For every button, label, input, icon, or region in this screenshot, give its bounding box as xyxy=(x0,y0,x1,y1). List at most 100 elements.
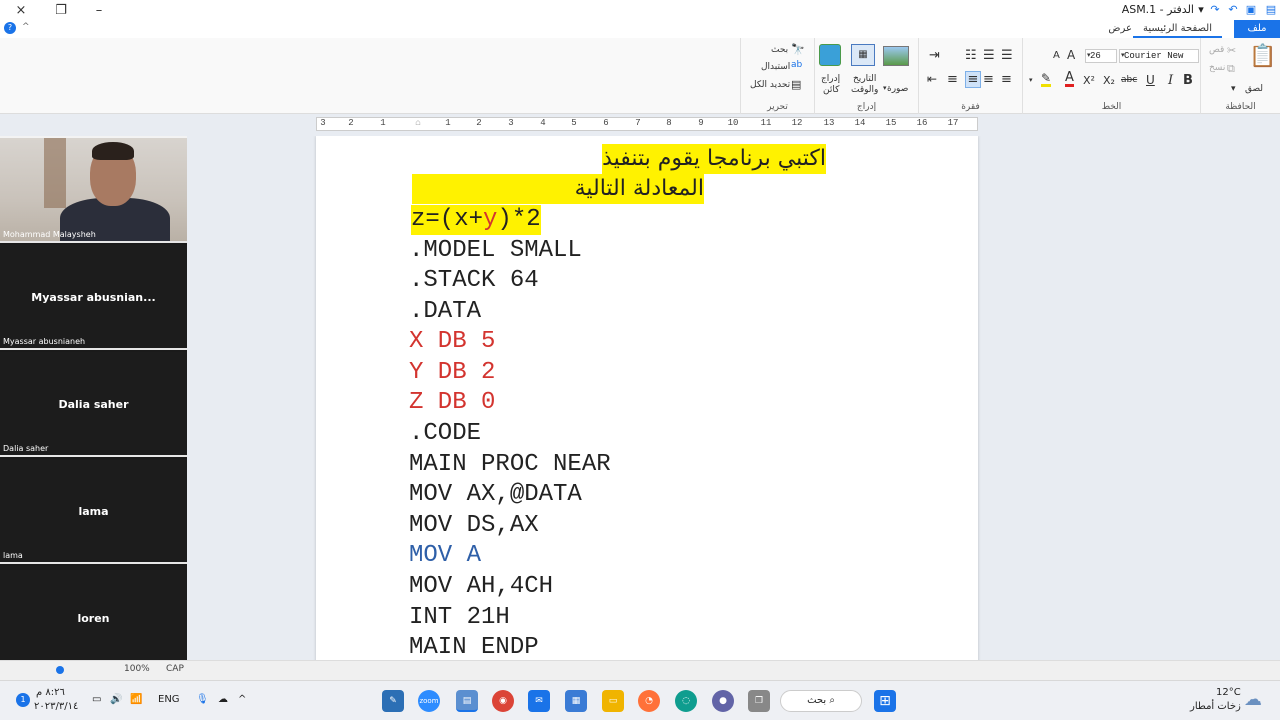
list-icon[interactable]: ☰ xyxy=(1001,48,1013,63)
wordpad-app-icon: ▤ xyxy=(1265,3,1277,16)
notification-icon[interactable]: 1 xyxy=(16,693,30,707)
paste-button[interactable]: لصق xyxy=(1245,84,1263,94)
help-icon[interactable]: ? xyxy=(4,22,16,34)
bullets-icon[interactable]: ☷ xyxy=(965,48,977,63)
clock-time[interactable]: ٨:٢٦ م xyxy=(36,687,65,698)
restore-button[interactable]: ❐ xyxy=(42,0,80,20)
shrink-font-icon[interactable]: A xyxy=(1053,50,1060,61)
superscript-button[interactable]: X² xyxy=(1083,74,1095,87)
store-app-icon[interactable]: ▦ xyxy=(565,690,587,712)
strikethrough-button[interactable]: abc xyxy=(1121,75,1137,85)
text-color-button[interactable]: A xyxy=(1065,71,1074,87)
participant-tile-video[interactable]: Mohammad Malaysheh xyxy=(0,138,187,243)
language-indicator[interactable]: ENG xyxy=(158,694,180,705)
insert-object-line1[interactable]: إدراج xyxy=(821,74,840,84)
subscript-button[interactable]: X₂ xyxy=(1103,74,1115,87)
battery-icon[interactable]: ▭ xyxy=(92,694,101,705)
save-icon[interactable]: ▣ xyxy=(1244,3,1258,17)
bold-button[interactable]: B xyxy=(1183,73,1193,88)
chat-app-icon[interactable]: ● xyxy=(712,690,734,712)
find-button[interactable]: بحث xyxy=(771,45,788,55)
font-size-dropdown-icon[interactable]: ▾ xyxy=(1087,51,1091,59)
datetime-button-line1[interactable]: التاريخ xyxy=(853,74,876,84)
quick-access-dropdown-icon[interactable]: ▾ xyxy=(1194,3,1208,17)
redo-icon[interactable]: ↷ xyxy=(1208,3,1222,17)
indent-icon[interactable]: ⇥ xyxy=(929,48,940,63)
weather-desc[interactable]: زخات أمطار xyxy=(1190,701,1241,712)
picture-icon[interactable] xyxy=(883,46,909,66)
highlight-dropdown-icon[interactable]: ▾ xyxy=(1029,76,1033,84)
ruler-number: 10 xyxy=(727,118,739,128)
copy-icon: ⧉ xyxy=(1227,62,1235,75)
file-explorer-icon[interactable]: ▭ xyxy=(602,690,624,712)
align-left-icon[interactable]: ≡ xyxy=(965,71,981,88)
left-indent-marker[interactable]: ⌂ xyxy=(412,118,424,128)
calendar-icon[interactable]: ▦ xyxy=(851,44,875,66)
justify-icon[interactable]: ≡ xyxy=(947,72,958,87)
tab-home[interactable]: الصفحة الرئيسية xyxy=(1133,20,1222,38)
zoom-participants-panel: Mohammad Malaysheh Myassar abusnian... M… xyxy=(0,138,187,671)
copy-button[interactable]: نسخ xyxy=(1209,63,1225,73)
grow-font-icon[interactable]: A xyxy=(1067,48,1075,62)
participant-tile[interactable]: Dalia saher Dalia saher xyxy=(0,352,187,457)
ruler-number: 1 xyxy=(380,118,386,128)
participant-tile[interactable]: lama lama xyxy=(0,459,187,564)
onedrive-icon[interactable]: ☁ xyxy=(218,694,228,705)
weather-icon[interactable]: ☁ xyxy=(1244,689,1262,710)
volume-icon[interactable]: 🔊 xyxy=(110,694,122,705)
picture-dropdown-icon[interactable]: ▾ xyxy=(883,84,887,92)
mail-app-icon[interactable]: ✉ xyxy=(528,690,550,712)
minimize-button[interactable]: – xyxy=(80,0,118,20)
picture-button[interactable]: صورة xyxy=(887,84,908,94)
paragraph-group: ☰ ☰ ☷ ⇥ ≡ ≡ ≡ ≡ ⇤ فقرة xyxy=(918,38,1022,114)
wifi-icon[interactable]: 📶 xyxy=(130,694,142,705)
cut-button[interactable]: قص xyxy=(1209,45,1224,55)
paragraph-icon[interactable]: ⇤ xyxy=(927,72,937,86)
select-all-button[interactable]: تحديد الكل xyxy=(750,80,790,90)
weather-temp[interactable]: 12°C xyxy=(1216,687,1241,698)
microphone-icon[interactable]: 🎙 xyxy=(196,694,209,705)
ruler[interactable]: 3 2 1 ⌂ 1 2 3 4 5 6 7 8 9 10 11 12 13 14… xyxy=(316,117,978,131)
show-hidden-icons[interactable]: ^ xyxy=(238,694,246,705)
tab-file[interactable]: ملف xyxy=(1234,20,1280,38)
search-icon: ⌕ xyxy=(826,695,835,706)
font-family-select[interactable]: Courier New xyxy=(1119,49,1199,63)
taskbar-search[interactable]: ⌕ بحث xyxy=(780,690,862,712)
insert-object-line2[interactable]: كائن xyxy=(823,85,839,95)
participant-tile[interactable]: loren loren xyxy=(0,566,187,671)
clock-date[interactable]: ٢٠٢٣/٣/١٤ xyxy=(34,701,78,712)
zoom-slider-thumb[interactable] xyxy=(56,666,64,674)
collapse-ribbon-icon[interactable]: ^ xyxy=(22,22,30,32)
undo-icon[interactable]: ↶ xyxy=(1226,3,1240,17)
doc-line-mov-ax: MOV AX,@DATA xyxy=(409,481,582,508)
document-page[interactable]: اكتبي برنامجا يقوم بتنفيذ المعادلة التال… xyxy=(316,136,978,660)
underline-button[interactable]: U xyxy=(1146,73,1155,87)
list-icon-2[interactable]: ☰ xyxy=(983,48,995,63)
doc-line-arabic-1: اكتبي برنامجا يقوم بتنفيذ xyxy=(602,144,826,174)
align-center-icon[interactable]: ≡ xyxy=(983,72,994,87)
paint-app-icon[interactable]: ✎ xyxy=(382,690,404,712)
doc-line-data: .DATA xyxy=(409,298,482,325)
paste-icon[interactable]: 📋 xyxy=(1249,44,1276,69)
italic-button[interactable]: I xyxy=(1168,73,1173,88)
caps-indicator: CAP xyxy=(166,664,184,674)
start-button[interactable]: ⊞ xyxy=(874,690,896,712)
task-view-icon[interactable]: ❐ xyxy=(748,690,770,712)
datetime-button-line2[interactable]: والوقت xyxy=(851,85,878,95)
replace-button[interactable]: استبدال xyxy=(761,62,790,72)
tab-view[interactable]: عرض xyxy=(1098,20,1142,38)
participant-tile[interactable]: Myassar abusnian... Myassar abusnianeh xyxy=(0,245,187,350)
align-right-icon[interactable]: ≡ xyxy=(1001,72,1012,87)
edge-app-icon[interactable]: ◌ xyxy=(675,690,697,712)
close-button[interactable]: × xyxy=(2,0,40,20)
paste-dropdown-icon[interactable]: ▾ xyxy=(1231,84,1236,94)
doc-line-model: .MODEL SMALL xyxy=(409,237,582,264)
firefox-app-icon[interactable]: ◔ xyxy=(638,690,660,712)
insert-object-icon[interactable] xyxy=(819,44,841,66)
zoom-app-icon[interactable]: zoom xyxy=(418,690,440,712)
font-family-dropdown-icon[interactable]: ▾ xyxy=(1121,51,1125,59)
chrome-app-icon[interactable]: ◉ xyxy=(492,690,514,712)
wordpad-app-icon[interactable]: ▤ xyxy=(456,690,478,712)
doc-line-z: Z DB 0 xyxy=(409,389,496,416)
highlight-icon[interactable]: ✎ xyxy=(1041,72,1052,87)
